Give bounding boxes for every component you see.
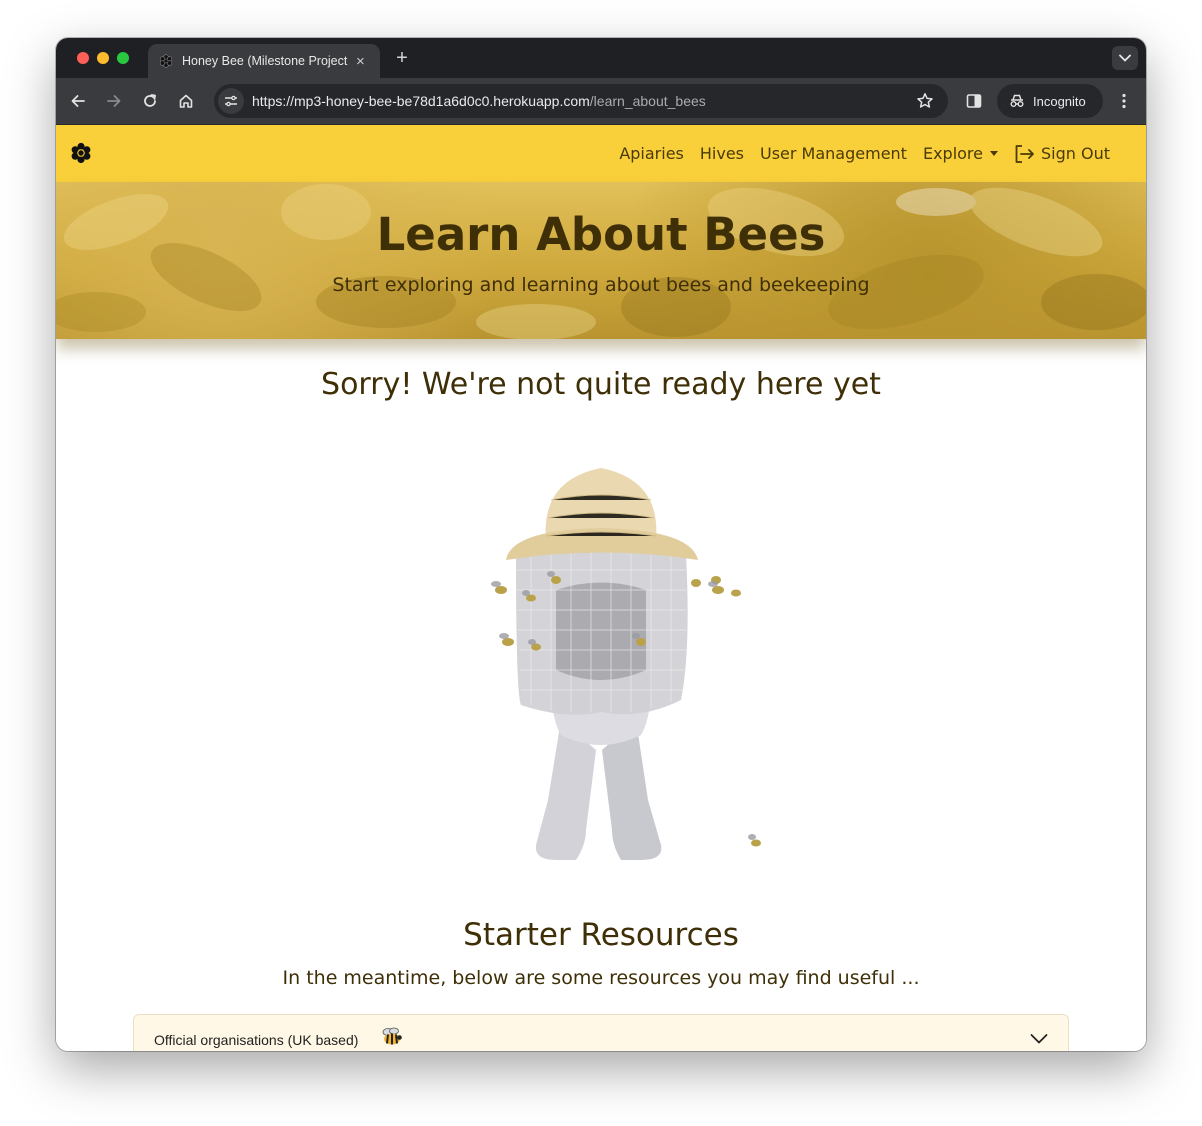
- web-page: Apiaries Hives User Management Explore S…: [56, 125, 1146, 1051]
- more-vertical-icon: [1122, 93, 1126, 109]
- incognito-icon: [1010, 94, 1024, 107]
- chevron-down-icon: [1119, 54, 1131, 62]
- bee-emoji-icon: [382, 1027, 402, 1045]
- accordion-label: Official organisations (UK based): [154, 1032, 359, 1048]
- tab-close-icon[interactable]: ×: [356, 53, 365, 70]
- browser-window: Honey Bee (Milestone Project × + https:/…: [56, 38, 1146, 1051]
- address-bar[interactable]: https://mp3-honey-bee-be78d1a6d0c0.herok…: [214, 84, 948, 118]
- caret-down-icon: [990, 151, 998, 156]
- tab-title: Honey Bee (Milestone Project: [182, 54, 348, 68]
- back-button[interactable]: [67, 90, 89, 112]
- home-button[interactable]: [175, 90, 197, 112]
- nav-link-user-management[interactable]: User Management: [760, 144, 907, 163]
- incognito-badge[interactable]: Incognito: [997, 84, 1103, 118]
- bookmark-star-icon[interactable]: [916, 92, 934, 115]
- accordion-official-organisations[interactable]: Official organisations (UK based): [133, 1014, 1069, 1051]
- new-tab-button[interactable]: +: [390, 46, 414, 70]
- site-info-icon[interactable]: [218, 88, 244, 114]
- page-title: Learn About Bees: [376, 208, 826, 261]
- reload-icon: [144, 94, 156, 107]
- reload-button[interactable]: [139, 90, 161, 112]
- explore-label: Explore: [922, 144, 983, 163]
- starter-resources-heading: Starter Resources: [463, 917, 739, 953]
- close-window-button[interactable]: [77, 52, 89, 64]
- browser-toolbar: https://mp3-honey-bee-be78d1a6d0c0.herok…: [56, 78, 1146, 125]
- maximize-window-button[interactable]: [117, 52, 129, 64]
- side-panel-icon: [966, 94, 982, 108]
- site-logo-flower-icon[interactable]: [70, 142, 92, 168]
- site-navbar: Apiaries Hives User Management Explore S…: [56, 125, 1146, 182]
- nav-link-apiaries[interactable]: Apiaries: [619, 144, 684, 163]
- browser-menu-button[interactable]: [1113, 90, 1135, 112]
- nav-link-sign-out[interactable]: Sign Out: [1014, 144, 1110, 164]
- page-subtitle: Start exploring and learning about bees …: [332, 274, 870, 296]
- browser-tab[interactable]: Honey Bee (Milestone Project ×: [148, 44, 380, 78]
- beekeeper-illustration: [491, 468, 761, 860]
- nav-links: Apiaries Hives User Management Explore S…: [603, 125, 1110, 182]
- nav-link-hives[interactable]: Hives: [700, 144, 744, 163]
- not-ready-heading: Sorry! We're not quite ready here yet: [321, 367, 881, 402]
- forward-button[interactable]: [103, 90, 125, 112]
- sign-out-label: Sign Out: [1041, 144, 1110, 163]
- hero-banner: Learn About Bees Start exploring and lea…: [56, 182, 1146, 339]
- side-panel-button[interactable]: [963, 90, 985, 112]
- tab-strip: Honey Bee (Milestone Project × +: [56, 38, 1146, 78]
- chevron-down-icon: [1030, 1034, 1048, 1044]
- nav-dropdown-explore[interactable]: Explore: [923, 144, 998, 163]
- home-icon: [179, 94, 193, 108]
- url-text[interactable]: https://mp3-honey-bee-be78d1a6d0c0.herok…: [252, 93, 706, 109]
- tab-search-button[interactable]: [1112, 46, 1138, 70]
- sign-out-icon: [1015, 144, 1034, 163]
- arrow-left-icon: [71, 95, 85, 107]
- minimize-window-button[interactable]: [97, 52, 109, 64]
- url-host: https://mp3-honey-bee-be78d1a6d0c0.herok…: [252, 93, 590, 109]
- flower-favicon-icon: [158, 53, 174, 69]
- arrow-right-icon: [107, 95, 121, 107]
- starter-resources-subtitle: In the meantime, below are some resource…: [282, 967, 920, 989]
- incognito-label: Incognito: [1033, 93, 1086, 109]
- url-path: /learn_about_bees: [589, 93, 706, 109]
